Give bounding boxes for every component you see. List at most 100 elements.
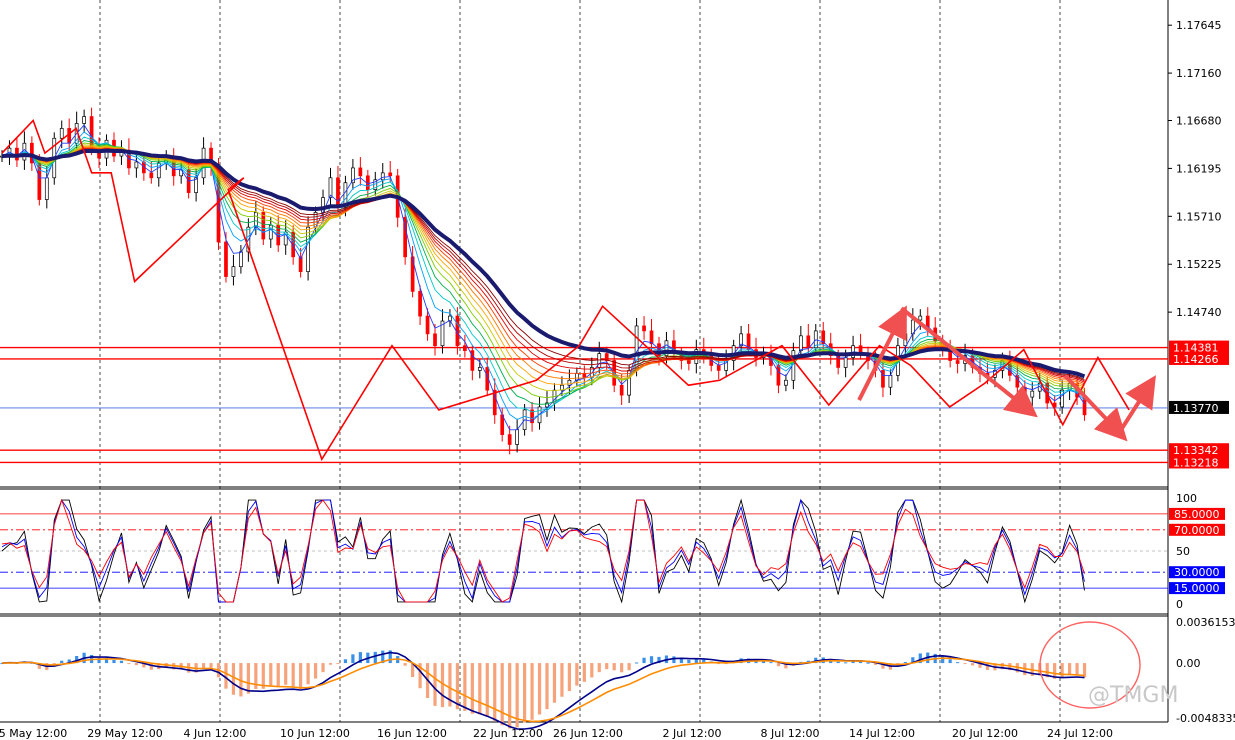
candle-body bbox=[716, 365, 721, 371]
macd-histogram-bar bbox=[478, 663, 482, 715]
candle-body bbox=[515, 429, 519, 445]
candle-body bbox=[619, 384, 624, 396]
macd-histogram-bar bbox=[224, 663, 228, 689]
candle-body bbox=[134, 161, 139, 169]
macd-histogram-bar bbox=[500, 663, 504, 726]
candle-body bbox=[463, 345, 467, 352]
macd-histogram-bar bbox=[60, 660, 64, 664]
macd-histogram-bar bbox=[672, 656, 676, 664]
trend-arrow bbox=[1117, 375, 1156, 434]
price-tick-label: 1.17160 bbox=[1176, 67, 1222, 80]
time-tick-label: 16 Jun 12:00 bbox=[377, 727, 447, 740]
macd-tick-label: 0.0036153 bbox=[1176, 616, 1235, 629]
macd-histogram-bar bbox=[321, 663, 325, 673]
level-label: 1.14266 bbox=[1173, 353, 1219, 366]
macd-histogram-bar bbox=[343, 659, 348, 664]
ema-ribbon-line bbox=[1, 131, 1085, 421]
macd-histogram-bar bbox=[351, 654, 355, 664]
ema-slow-line bbox=[1, 148, 1086, 379]
price-axis: 1.17645 1.17160 1.16680 1.16195 1.15710 1.152… bbox=[1168, 19, 1235, 725]
macd-histogram-bar bbox=[582, 663, 586, 682]
time-tick-label: 14 Jul 12:00 bbox=[849, 727, 915, 740]
time-axis: 5 May 12:00 29 May 12:00 4 Jun 12:00 10 Jun… bbox=[0, 727, 1113, 740]
time-tick-label: 29 May 12:00 bbox=[87, 727, 162, 740]
candle-body bbox=[328, 177, 333, 198]
candle-body bbox=[642, 325, 646, 332]
macd-histogram-bar bbox=[649, 656, 654, 664]
macd-histogram-bar bbox=[209, 663, 213, 668]
time-tick-label: 8 Jul 12:00 bbox=[761, 727, 820, 740]
macd-histogram-bar bbox=[433, 663, 437, 706]
candle-body bbox=[686, 360, 691, 364]
macd-histogram-bar bbox=[769, 662, 773, 664]
ema-ribbon-line bbox=[1, 124, 1085, 431]
candle-body bbox=[224, 241, 228, 277]
macd-histogram-bar bbox=[1068, 663, 1072, 676]
candle-body bbox=[918, 315, 923, 321]
candle-body bbox=[798, 335, 803, 352]
macd-histogram-bar bbox=[552, 663, 557, 703]
macd-histogram-bar bbox=[455, 663, 460, 710]
macd-histogram-bar bbox=[567, 663, 571, 692]
osc-level-label: 70.0000 bbox=[1174, 524, 1220, 537]
macd-histogram-bar bbox=[306, 663, 310, 685]
macd-histogram-bar bbox=[328, 663, 333, 665]
macd-histogram-bar bbox=[373, 651, 377, 664]
macd-histogram-bar bbox=[134, 663, 138, 666]
macd-histogram-bar bbox=[687, 659, 691, 664]
macd-histogram-bar bbox=[605, 663, 609, 670]
price-tick-label: 1.17645 bbox=[1176, 19, 1222, 32]
macd-histogram-bar bbox=[575, 663, 579, 686]
price-pane[interactable] bbox=[0, 107, 1130, 462]
macd-histogram-bar bbox=[470, 663, 474, 714]
macd-histogram-bar bbox=[523, 663, 527, 723]
time-tick-label: 22 Jun 12:00 bbox=[473, 727, 543, 740]
candle-body bbox=[433, 333, 437, 347]
candle-body bbox=[268, 224, 273, 240]
macd-histogram-bar bbox=[485, 663, 489, 717]
osc-level-label: 30.0000 bbox=[1174, 566, 1220, 579]
macd-histogram-bar bbox=[508, 663, 512, 729]
osc-tick-label: 0 bbox=[1176, 598, 1183, 611]
price-tick-label: 1.16680 bbox=[1176, 115, 1222, 128]
macd-histogram-bar bbox=[463, 663, 467, 711]
time-tick-label: 20 Jul 12:00 bbox=[952, 727, 1018, 740]
time-tick-label: 2 Jul 12:00 bbox=[663, 727, 722, 740]
macd-histogram-bar bbox=[403, 663, 407, 666]
candle-body bbox=[358, 167, 363, 177]
time-tick-label: 26 Jun 12:00 bbox=[553, 727, 623, 740]
level-label: 1.13770 bbox=[1173, 402, 1219, 415]
chart-canvas[interactable]: 1.17645 1.17160 1.16680 1.16195 1.15710 1.152… bbox=[0, 0, 1235, 740]
price-tick-label: 1.16195 bbox=[1176, 162, 1222, 175]
macd-histogram-bar bbox=[985, 663, 990, 670]
candle-body bbox=[82, 116, 86, 124]
price-tick-label: 1.14740 bbox=[1176, 306, 1222, 319]
macd-histogram-bar bbox=[590, 663, 594, 678]
macd-histogram-bar bbox=[201, 663, 206, 669]
macd-histogram-bar bbox=[620, 663, 624, 673]
macd-histogram-bar bbox=[866, 662, 870, 664]
candle-body bbox=[149, 172, 154, 179]
macd-histogram-bar bbox=[269, 663, 273, 687]
macd-histogram-bar bbox=[537, 663, 542, 715]
time-tick-label: 5 May 12:00 bbox=[0, 727, 67, 740]
macd-histogram-bar bbox=[530, 663, 534, 720]
macd-tick-label: -0.0048335 bbox=[1176, 712, 1235, 725]
macd-pane[interactable] bbox=[0, 650, 1087, 730]
macd-histogram-bar bbox=[231, 663, 236, 695]
candle-body bbox=[231, 266, 236, 277]
oscillator-pane[interactable] bbox=[0, 498, 1168, 604]
price-tick-label: 1.15225 bbox=[1176, 258, 1222, 271]
macd-histogram-bar bbox=[597, 663, 601, 673]
macd-histogram-bar bbox=[1060, 663, 1064, 678]
candle-body bbox=[806, 335, 811, 349]
candle-body bbox=[336, 177, 340, 208]
candle-body bbox=[306, 226, 310, 272]
candle-body bbox=[1060, 389, 1064, 408]
candle-body bbox=[843, 357, 848, 368]
macd-histogram-bar bbox=[844, 662, 848, 664]
time-tick-label: 4 Jun 12:00 bbox=[184, 727, 247, 740]
time-tick-label: 24 Jul 12:00 bbox=[1047, 727, 1113, 740]
macd-histogram-bar bbox=[336, 663, 340, 665]
macd-histogram-bar bbox=[112, 659, 116, 664]
